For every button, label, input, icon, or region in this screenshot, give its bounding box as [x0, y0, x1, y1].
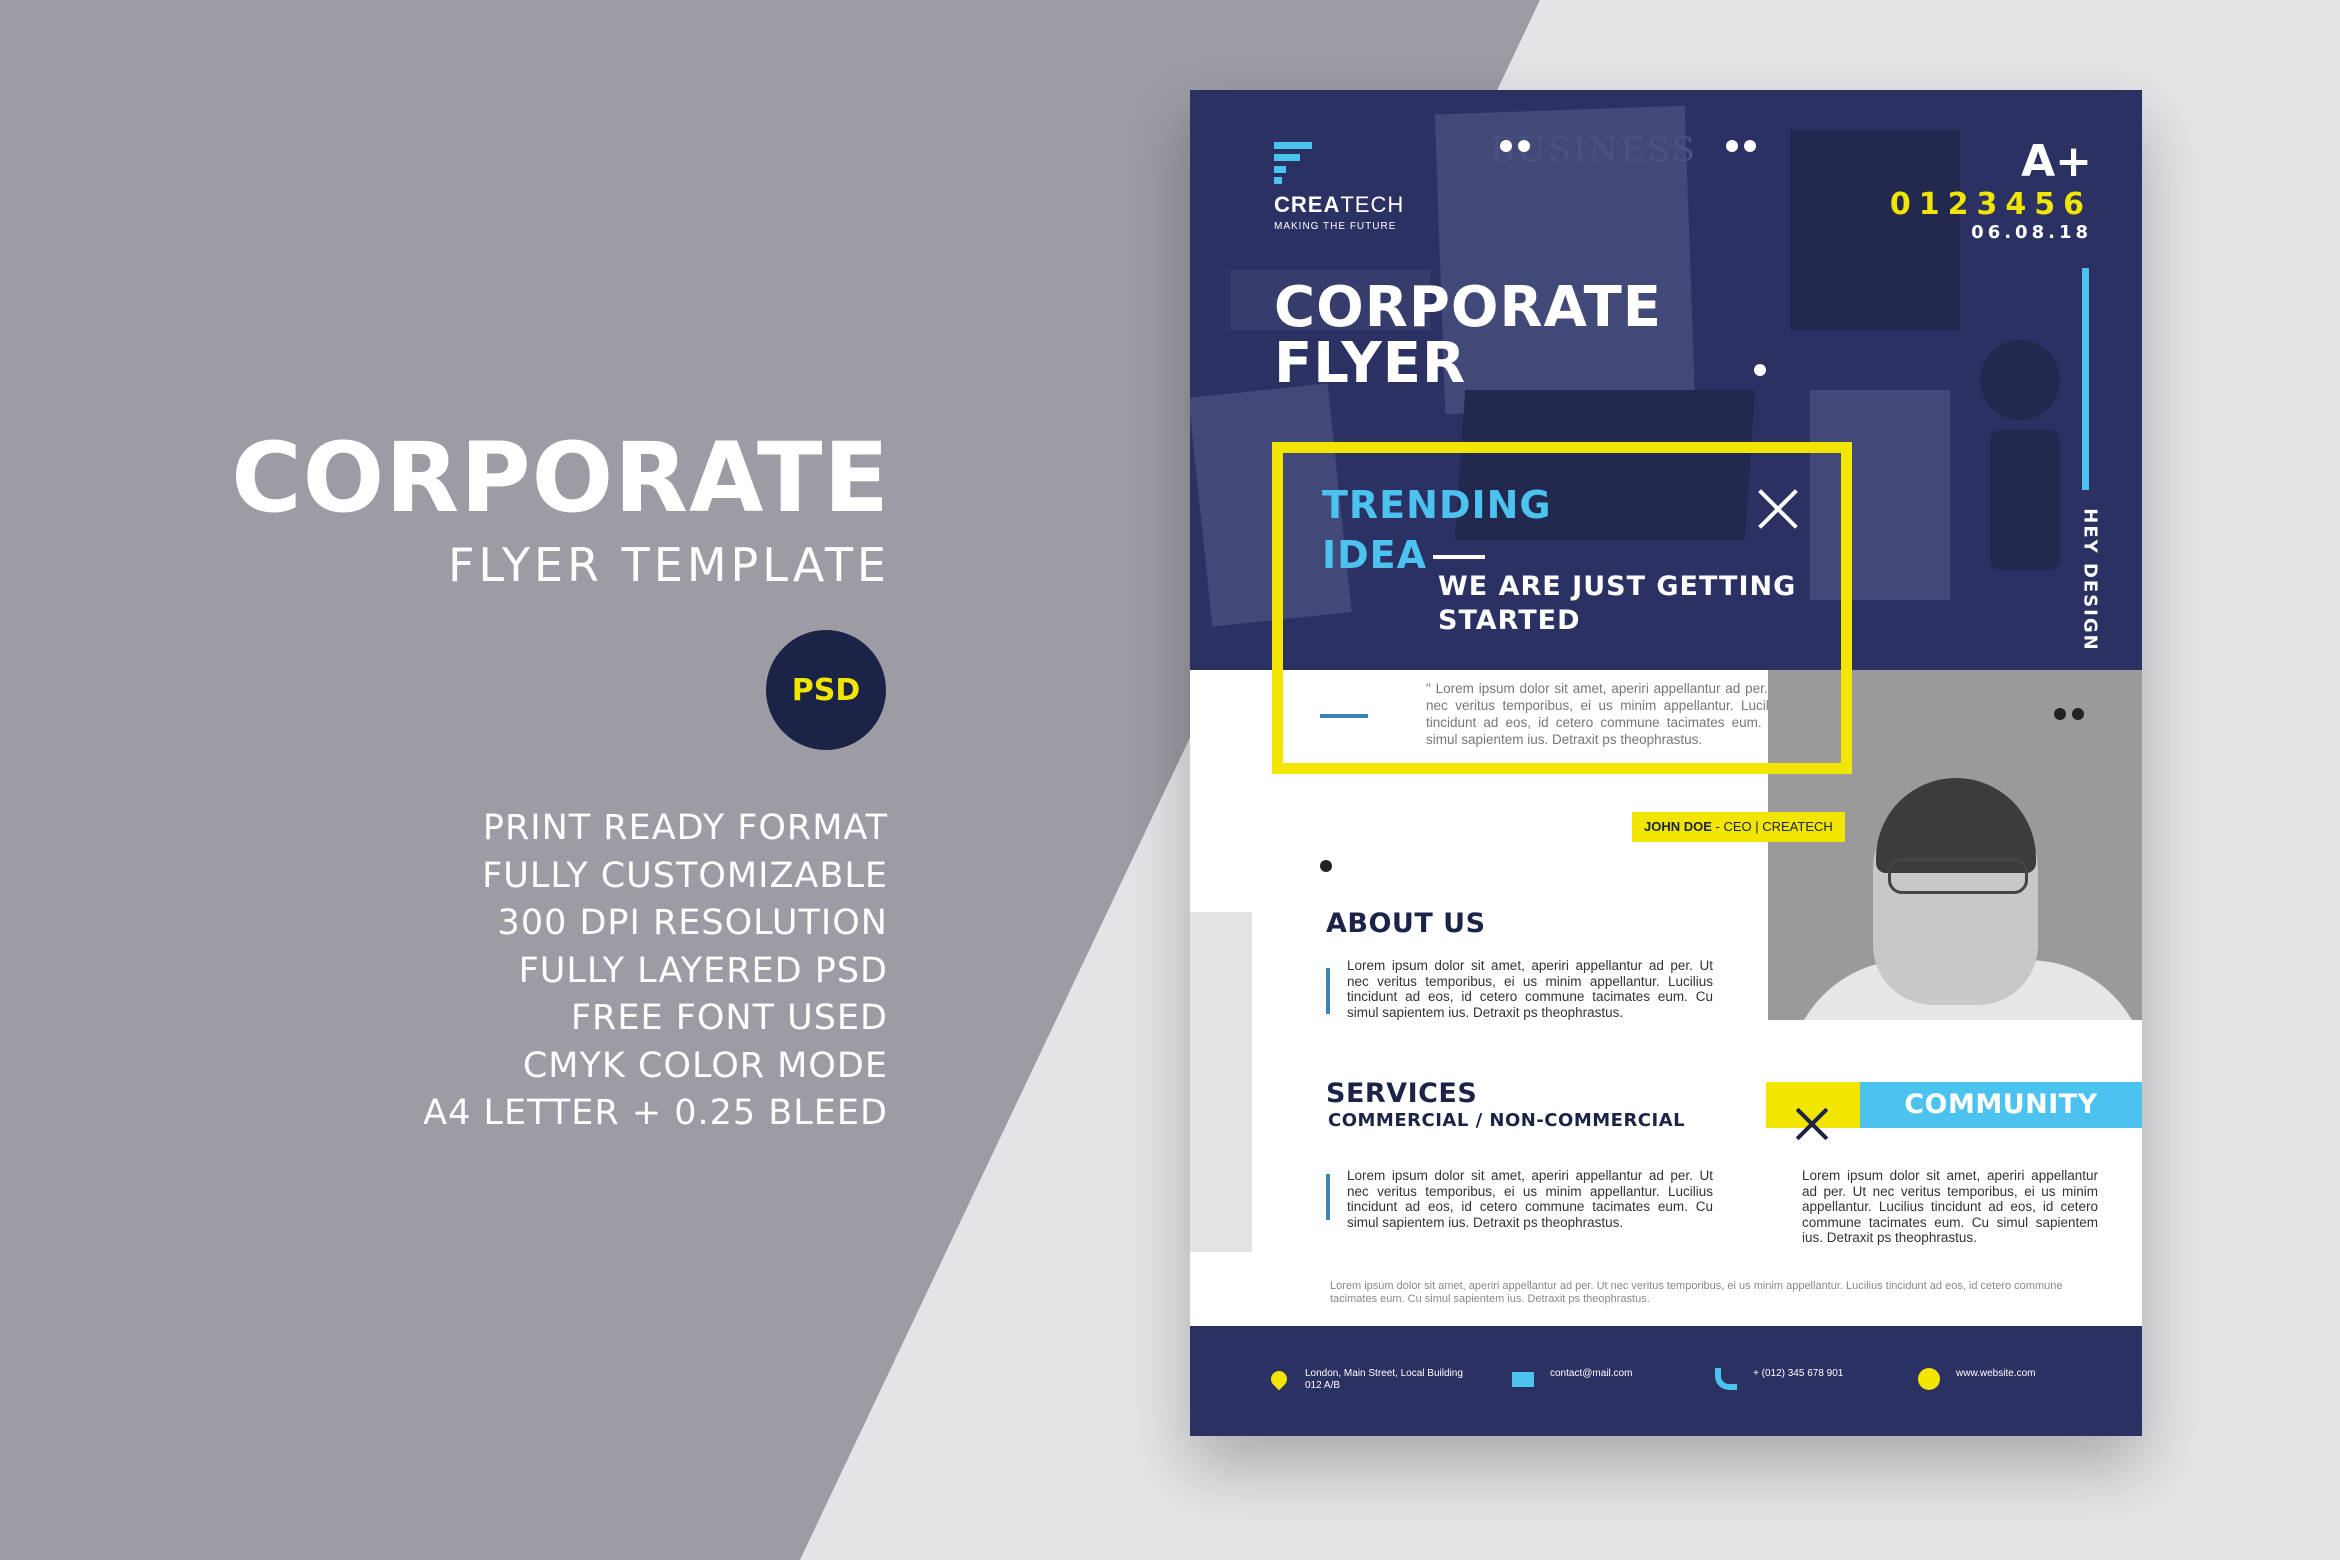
- promo-title: CORPORATE: [231, 422, 890, 534]
- feature-item: CMYK COLOR MODE: [522, 1045, 888, 1086]
- phone-icon: [1715, 1368, 1737, 1390]
- decor-dot: [2072, 708, 2084, 720]
- address-item: London, Main Street, Local Building 012 …: [1267, 1367, 1463, 1392]
- phone-text: + (012) 345 678 901: [1753, 1368, 1844, 1379]
- services-bar: [1326, 1174, 1330, 1220]
- feature-list: PRINT READY FORMAT FULLY CUSTOMIZABLE 30…: [423, 805, 888, 1138]
- logo-tagline: MAKING THE FUTURE: [1274, 221, 1397, 232]
- feature-item: 300 DPI RESOLUTION: [497, 903, 888, 943]
- decor-dot: [2054, 708, 2066, 720]
- footnote-text: Lorem ipsum dolor sit amet, aperiri appe…: [1330, 1280, 2063, 1305]
- about-bar: [1326, 968, 1330, 1014]
- website-item: www.website.com: [1918, 1368, 2035, 1390]
- services-title: SERVICES: [1326, 1078, 1478, 1109]
- close-icon: [1794, 1106, 1830, 1142]
- phone-item: + (012) 345 678 901: [1715, 1368, 1843, 1390]
- grade-number: 0123456: [1889, 187, 2092, 222]
- logo-icon: [1274, 142, 1312, 184]
- flyer-mockup: BUSINESS CREATECH MAKING THE FUTURE A+ 0…: [1190, 90, 2142, 1436]
- decor-dot: [1320, 860, 1332, 872]
- name-tag: JOHN DOE - CEO | CREATECH: [1632, 812, 1845, 842]
- services-subtitle: COMMERCIAL / NON-COMMERCIAL: [1328, 1110, 1686, 1131]
- psd-badge: PSD: [766, 630, 886, 750]
- decor-dot: [1744, 140, 1756, 152]
- website-text: www.website.com: [1956, 1368, 2036, 1379]
- gray-accent-block: [1190, 912, 1252, 1252]
- side-accent-bar: [2082, 268, 2089, 490]
- email-text: contact@mail.com: [1550, 1368, 1633, 1379]
- feature-item: FULLY CUSTOMIZABLE: [482, 855, 888, 896]
- community-title: COMMUNITY: [1860, 1082, 2142, 1128]
- trending-heading: TRENDING IDEA: [1322, 483, 1552, 577]
- about-title: ABOUT US: [1326, 908, 1486, 939]
- email-item: contact@mail.com: [1512, 1368, 1632, 1387]
- grade-block: A+ 0123456 06.08.18: [1890, 140, 2092, 242]
- started-heading: WE ARE JUST GETTING STARTED: [1438, 571, 1797, 636]
- logo-name: CREATECH: [1274, 192, 1405, 217]
- flyer-footer: London, Main Street, Local Building 012 …: [1190, 1326, 2142, 1436]
- mail-icon: [1512, 1372, 1534, 1387]
- feature-item: PRINT READY FORMAT: [482, 808, 888, 848]
- trending-dash: [1433, 555, 1485, 559]
- feature-item: FREE FONT USED: [570, 998, 888, 1038]
- flyer-title: CORPORATE FLYER: [1274, 275, 1663, 396]
- decor-dot: [1500, 140, 1512, 152]
- close-icon: [1756, 487, 1800, 531]
- grade-label: A+: [2021, 136, 2092, 187]
- company-logo: CREATECH MAKING THE FUTURE: [1274, 142, 1404, 232]
- feature-item: A4 LETTER + 0.25 BLEED: [423, 1093, 888, 1133]
- address-line-2: 012 A/B: [1305, 1380, 1341, 1391]
- location-pin-icon: [1267, 1367, 1291, 1391]
- side-label: HEY DESIGN: [2079, 508, 2101, 652]
- about-text: Lorem ipsum dolor sit amet, aperiri appe…: [1347, 958, 1713, 1020]
- services-text: Lorem ipsum dolor sit amet, aperiri appe…: [1347, 1168, 1713, 1230]
- decor-dot: [1726, 140, 1738, 152]
- address-line-1: London, Main Street, Local Building: [1305, 1368, 1463, 1379]
- coffee-cup-shape: [1980, 340, 2060, 420]
- promo-subtitle: FLYER TEMPLATE: [447, 538, 890, 592]
- feature-item: FULLY LAYERED PSD: [518, 950, 888, 991]
- community-text: Lorem ipsum dolor sit amet, aperiri appe…: [1802, 1168, 2098, 1245]
- grade-date: 06.08.18: [1971, 222, 2092, 243]
- promo-heading: CORPORATE FLYER TEMPLATE: [231, 430, 890, 588]
- smartphone-shape: [1990, 430, 2060, 570]
- decor-dot: [1754, 364, 1766, 376]
- globe-icon: [1918, 1368, 1940, 1390]
- decor-dot: [1518, 140, 1530, 152]
